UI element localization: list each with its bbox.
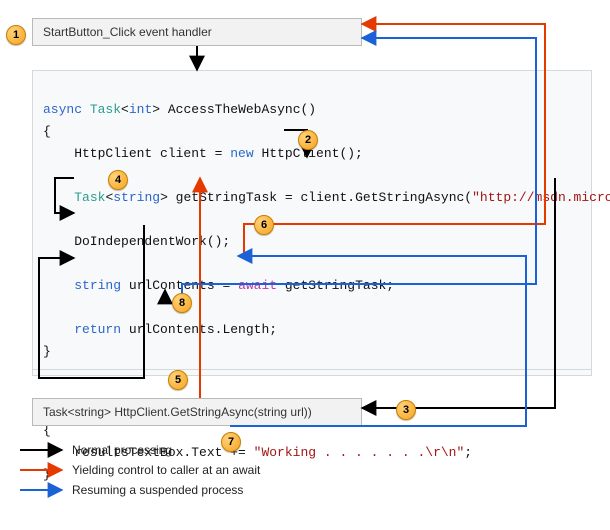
- sig-name: > AccessTheWebAsync(): [152, 102, 316, 117]
- footer-text: Task<string> HttpClient.GetStringAsync(s…: [43, 405, 312, 419]
- line5b: urlContents.Length;: [121, 322, 277, 337]
- brace-open: {: [43, 124, 51, 139]
- dw-line-b: ;: [464, 445, 472, 460]
- step-badge-4: 4: [108, 170, 128, 190]
- legend-arrow-normal: [18, 440, 66, 460]
- kw-return: return: [74, 322, 121, 337]
- legend-yield: Yielding control to caller at an await: [18, 460, 260, 480]
- legend-arrow-resume: [18, 480, 66, 500]
- step-badge-5: 5: [168, 370, 188, 390]
- code-box-main: async Task<int> AccessTheWebAsync() { Ht…: [32, 70, 592, 376]
- legend-normal-text: Normal processing: [72, 443, 172, 457]
- kw-await: await: [238, 278, 277, 293]
- line2c: > getStringTask = client.GetStringAsync(: [160, 190, 472, 205]
- line5a: [43, 322, 74, 337]
- legend-resume: Resuming a suspended process: [18, 480, 260, 500]
- kw-task: Task: [90, 102, 121, 117]
- url: "http://msdn.microsoft.com": [472, 190, 610, 205]
- kw-task2: Task: [74, 190, 105, 205]
- header-box: StartButton_Click event handler: [32, 18, 362, 46]
- line4c: getStringTask;: [277, 278, 394, 293]
- step-badge-8: 8: [172, 293, 192, 313]
- step-badge-6: 6: [254, 215, 274, 235]
- header-title: StartButton_Click event handler: [43, 25, 212, 39]
- line1a: HttpClient client =: [43, 146, 230, 161]
- footer-box: Task<string> HttpClient.GetStringAsync(s…: [32, 398, 362, 426]
- legend-arrow-yield: [18, 460, 66, 480]
- line3: DoIndependentWork();: [43, 234, 230, 249]
- line4b: urlContents =: [121, 278, 238, 293]
- brace-close: }: [43, 344, 51, 359]
- kw-async: async: [43, 102, 82, 117]
- step-badge-2: 2: [298, 130, 318, 150]
- step-badge-7: 7: [221, 432, 241, 452]
- legend-yield-text: Yielding control to caller at an await: [72, 463, 260, 477]
- line4a: [43, 278, 74, 293]
- kw-new: new: [230, 146, 253, 161]
- kw-string: string: [113, 190, 160, 205]
- step-badge-3: 3: [396, 400, 416, 420]
- dw-str: "Working . . . . . . .\r\n": [254, 445, 465, 460]
- legend-resume-text: Resuming a suspended process: [72, 483, 243, 497]
- step-badge-1: 1: [6, 25, 26, 45]
- kw-string2: string: [74, 278, 121, 293]
- kw-int: int: [129, 102, 152, 117]
- line2a: [43, 190, 74, 205]
